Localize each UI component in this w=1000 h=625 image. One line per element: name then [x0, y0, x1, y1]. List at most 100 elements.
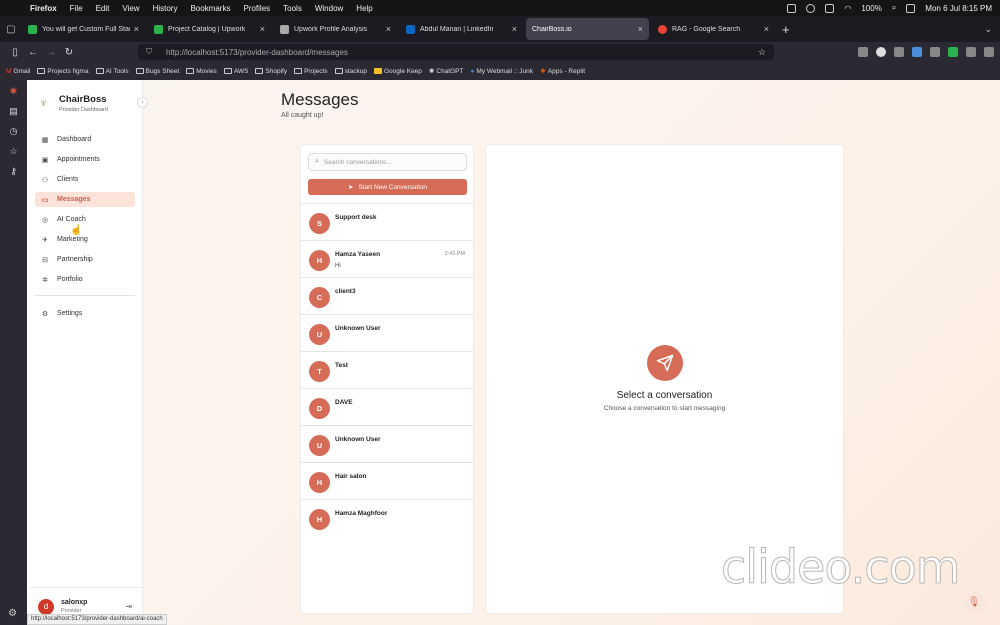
gear-icon[interactable]: ⚙ — [8, 608, 17, 619]
bookmark-gmail[interactable]: M Gmail — [6, 68, 30, 75]
synced-tabs-icon[interactable]: ▤ — [8, 106, 19, 117]
conversation-item[interactable]: Cclient3 — [301, 277, 473, 314]
close-icon[interactable]: × — [134, 24, 139, 34]
conversation-item[interactable]: T Test — [301, 351, 473, 388]
tab-list-icon[interactable]: ▢ — [0, 16, 22, 42]
extension-icon[interactable] — [948, 47, 958, 57]
new-tab-button[interactable]: + — [782, 22, 790, 37]
wifi-icon[interactable]: ◠ — [844, 4, 851, 13]
conversation-name: Hamza Maghfoor — [335, 510, 388, 517]
tab-1[interactable]: Project Catalog | Upwork × — [148, 18, 271, 40]
conversation-name: Hamza Yaseen — [335, 251, 381, 258]
conversation-item[interactable]: H Hamza Yaseen Hi 2:43 PM — [301, 240, 473, 277]
url-text[interactable]: http://localhost:5173/provider-dashboard… — [166, 48, 348, 57]
menu-tools[interactable]: Tools — [283, 4, 302, 13]
bookmarks-star-icon[interactable]: ☆ — [8, 146, 19, 157]
tab-5[interactable]: RAG - Google Search × — [652, 18, 775, 40]
apple-icon[interactable] — [8, 3, 18, 13]
menu-edit[interactable]: Edit — [96, 4, 110, 13]
sidebar-item-marketing[interactable]: ✈ Marketing — [35, 232, 135, 247]
bookmark-star-icon[interactable]: ☆ — [758, 47, 766, 58]
history-icon[interactable]: ◷ — [8, 126, 19, 137]
tab-title: ChairBoss.io — [532, 25, 572, 33]
bookmark-folder[interactable]: Projects figma — [37, 68, 89, 75]
conversation-item[interactable]: H Hair salon — [301, 462, 473, 499]
sidebar-item-ai-coach[interactable]: ◎ AI Coach — [35, 212, 135, 227]
forward-button[interactable]: → — [42, 47, 60, 58]
menu-help[interactable]: Help — [356, 4, 372, 13]
account-icon[interactable] — [876, 47, 886, 57]
bookmark-folder[interactable]: Movies — [186, 68, 217, 75]
bookmark-folder[interactable]: AWS — [223, 68, 248, 75]
battery-text[interactable]: 100% — [861, 4, 881, 13]
watermark: clideo.com — [721, 540, 962, 595]
tab-0[interactable]: You will get Custom Full Stack D × — [22, 18, 145, 40]
microphone-icon[interactable]: 🎙 — [963, 592, 985, 614]
menu-icon[interactable] — [984, 47, 994, 57]
sidebar-item-settings[interactable]: ⚙ Settings — [35, 306, 135, 321]
bookmark-folder[interactable]: Projects — [294, 68, 328, 75]
record-icon[interactable] — [806, 3, 816, 13]
key-icon[interactable]: ⚷ — [8, 166, 19, 177]
close-icon[interactable]: × — [638, 24, 643, 34]
sidebar-item-portfolio[interactable]: ✲ Portfolio — [35, 272, 135, 287]
extension-icon[interactable] — [894, 47, 904, 57]
close-icon[interactable]: × — [386, 24, 391, 34]
search-input[interactable] — [323, 158, 454, 166]
chevron-down-icon[interactable]: ⌄ — [984, 24, 992, 35]
sidebar-item-clients[interactable]: ⚇ Clients — [35, 172, 135, 187]
reload-button[interactable]: ↻ — [60, 47, 78, 58]
menu-bookmarks[interactable]: Bookmarks — [190, 4, 230, 13]
menu-window[interactable]: Window — [315, 4, 343, 13]
logout-icon[interactable]: ⇥ — [125, 602, 132, 611]
extension-icon[interactable] — [912, 47, 922, 57]
menu-app-name[interactable]: Firefox — [30, 4, 57, 13]
control-center-icon[interactable] — [906, 3, 916, 13]
conversation-item[interactable]: U Unknown User — [301, 314, 473, 351]
search-box[interactable]: ⌕ — [308, 153, 467, 171]
conversation-item[interactable]: S Support desk — [301, 203, 473, 240]
keyboard-icon[interactable] — [825, 3, 835, 13]
url-bar[interactable]: ⛉ http://localhost:5173/provider-dashboa… — [138, 44, 774, 60]
start-new-conversation-button[interactable]: ➤ Start New Conversation — [308, 179, 467, 195]
mic-extension-icon[interactable] — [930, 47, 940, 57]
brand[interactable]: ♆ ChairBoss Provider Dashboard — [27, 80, 142, 113]
ai-chatbot-icon[interactable]: ✱ — [8, 86, 19, 97]
conversation-item[interactable]: H Hamza Maghfoor — [301, 499, 473, 536]
tab-4-active[interactable]: ChairBoss.io × — [526, 18, 649, 40]
tab-title: Abdul Manan | LinkedIn — [420, 25, 494, 33]
bookmark-folder[interactable]: AI Tools — [95, 68, 129, 75]
sidebar-item-appointments[interactable]: ▣ Appointments — [35, 152, 135, 167]
search-icon[interactable]: ⌕ — [892, 3, 896, 13]
menu-view[interactable]: View — [122, 4, 139, 13]
status-app-icon[interactable] — [787, 3, 797, 13]
bookmark-folder[interactable]: Bugs Sheet — [135, 68, 179, 75]
close-icon[interactable]: × — [764, 24, 769, 34]
close-icon[interactable]: × — [512, 24, 517, 34]
bookmark-folder[interactable]: Shopify — [255, 68, 287, 75]
back-button[interactable]: ← — [24, 47, 42, 58]
puzzle-icon[interactable] — [966, 47, 976, 57]
tab-2[interactable]: Upwork Profile Analysis × — [274, 18, 397, 40]
datetime[interactable]: Mon 6 Jul 8:15 PM — [925, 4, 992, 13]
bookmark-chatgpt[interactable]: ✺ ChatGPT — [429, 67, 464, 76]
user-info: salonxp Provider — [61, 599, 87, 614]
sidebar-item-messages[interactable]: ▭ Messages — [35, 192, 135, 207]
bookmark-folder[interactable]: stackup — [334, 68, 367, 75]
sidebar-item-dashboard[interactable]: ▦ Dashboard — [35, 132, 135, 147]
menu-profiles[interactable]: Profiles — [243, 4, 270, 13]
collapse-sidebar-button[interactable]: ‹ — [137, 97, 148, 108]
bookmark-webmail[interactable]: ● My Webmail :: Junk — [470, 68, 533, 75]
tab-3[interactable]: Abdul Manan | LinkedIn × — [400, 18, 523, 40]
menu-file[interactable]: File — [70, 4, 83, 13]
shield-icon[interactable]: ⛉ — [146, 47, 152, 57]
bookmark-google-keep[interactable]: Google Keep — [373, 68, 422, 75]
close-icon[interactable]: × — [260, 24, 265, 34]
sidebar-toggle-icon[interactable]: ▯ — [6, 47, 24, 58]
conversation-item[interactable]: D DAVE — [301, 388, 473, 425]
download-icon[interactable] — [858, 47, 868, 57]
menu-history[interactable]: History — [153, 4, 178, 13]
conversation-item[interactable]: U Unknown User — [301, 425, 473, 462]
bookmark-replit[interactable]: ❖ Apps - Replit — [540, 67, 585, 76]
sidebar-item-partnership[interactable]: ⊟ Partnership — [35, 252, 135, 267]
